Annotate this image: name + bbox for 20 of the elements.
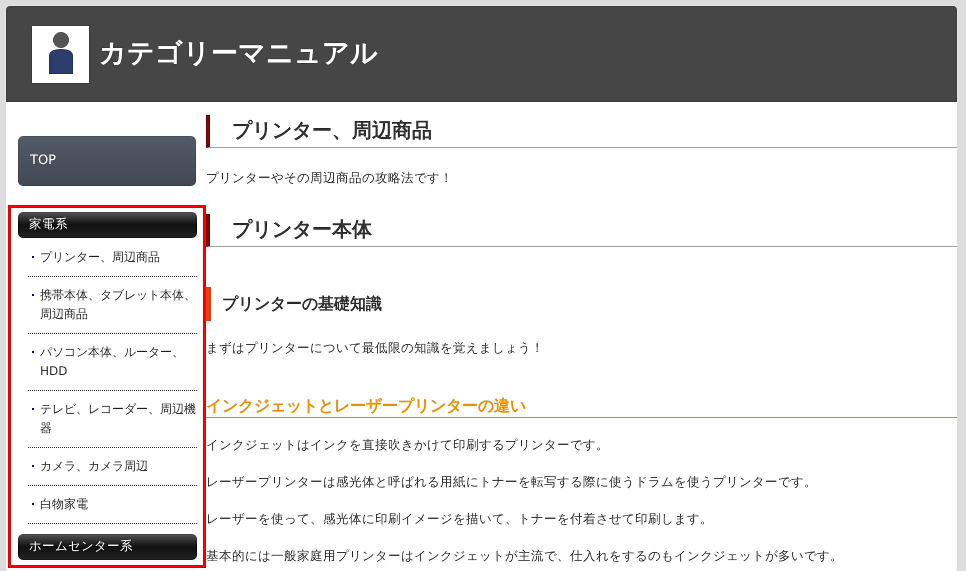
category-header: 家電系 xyxy=(18,212,197,238)
paragraph: レーザープリンターは感光体と呼ばれる用紙にトナーを転写する際に使うドラムを使うプリンターです。 xyxy=(206,473,818,491)
category-header: ホームセンター系 xyxy=(18,534,197,560)
section-heading: プリンター本体 xyxy=(206,214,957,247)
paragraph: プリンターやその周辺商品の攻略法です！ xyxy=(206,169,454,187)
category-link[interactable]: カメラ、カメラ周辺 xyxy=(40,457,148,476)
subsection-heading: プリンターの基礎知識 xyxy=(206,287,957,321)
paragraph: まずはプリンターについて最低限の知識を覚えましょう！ xyxy=(206,339,545,357)
category-link[interactable]: 携帯本体、タブレット本体、周辺商品 xyxy=(40,286,197,324)
category-link[interactable]: プリンター、周辺商品 xyxy=(40,248,160,267)
section-heading: プリンター、周辺商品 xyxy=(206,115,957,148)
site-title: カテゴリーマニュアル xyxy=(99,36,378,71)
paragraph: レーザーを使って、感光体に印刷イメージを描いて、トナーを付着させて印刷します。 xyxy=(206,510,714,528)
topic-heading: インクジェットとレーザープリンターの違い xyxy=(206,395,957,418)
paragraph: 基本的には一般家庭用プリンターはインクジェットが主流で、仕入れをするのもインクジェットが多いです。 xyxy=(206,547,844,565)
category-link[interactable]: テレビ、レコーダー、周辺機器 xyxy=(40,400,197,438)
paragraph: インクジェットはインクを直接吹きかけて印刷するプリンターです。 xyxy=(206,436,610,454)
category-link[interactable]: 白物家電 xyxy=(40,495,88,514)
top-nav-button[interactable]: TOP xyxy=(18,136,196,186)
category-link[interactable]: パソコン本体、ルーター、HDD xyxy=(40,343,197,381)
